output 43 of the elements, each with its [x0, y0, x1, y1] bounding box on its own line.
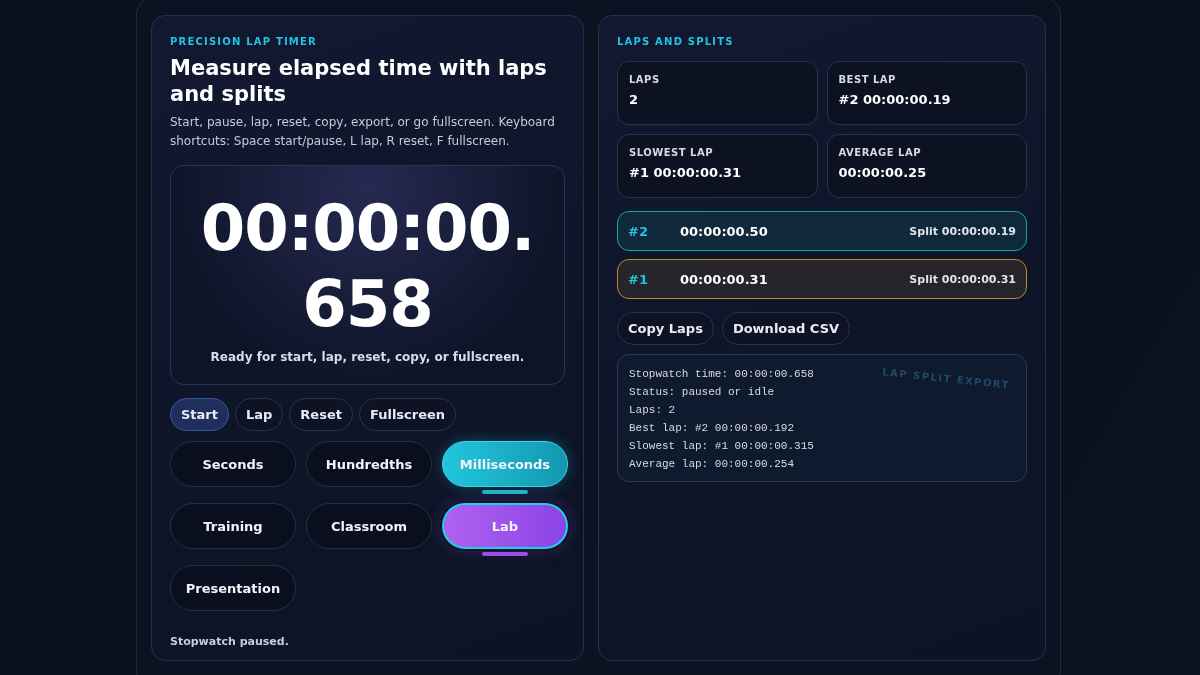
preset-button[interactable]: Lab — [442, 503, 568, 549]
export-line: Best lap: #2 00:00:00.192 — [629, 421, 795, 436]
preset-button[interactable]: Classroom — [306, 503, 432, 549]
lap-time: 00:00:00.31 — [680, 271, 769, 287]
export-button[interactable]: Download CSV — [721, 312, 851, 345]
description-text: Start, pause, lap, reset, copy, export, or go fullscreen. Keyboard shortcuts: Space start/pause, L lap, R reset, F fullscreen. — [170, 114, 556, 150]
export-line: Stopwatch time: 00:00:00.658 — [629, 367, 814, 382]
lap-split: Split 00:00:00.31 — [909, 272, 1016, 286]
export-line: Average lap: 00:00:00.254 — [629, 457, 795, 472]
stat-label: AVERAGE LAP — [838, 147, 923, 158]
section-eyebrow: PRECISION LAP TIMER — [170, 36, 318, 47]
lap-number: #2 — [628, 223, 649, 239]
stat-value: 00:00:00.25 — [838, 165, 928, 180]
action-button[interactable]: Fullscreen — [358, 398, 457, 431]
stat-label: LAPS — [629, 74, 661, 85]
export-line: Laps: 2 — [629, 403, 676, 418]
lap-time: 00:00:00.50 — [680, 223, 769, 239]
section-eyebrow: LAPS AND SPLITS — [617, 36, 735, 47]
time-readout: 00:00:00. — [200, 190, 535, 266]
action-button[interactable]: Reset — [289, 398, 353, 431]
lap-number: #1 — [628, 271, 649, 287]
stat-label: BEST LAP — [838, 74, 897, 85]
stat-value: #1 00:00:00.31 — [629, 165, 743, 180]
action-button[interactable]: Lap — [235, 398, 284, 431]
action-button[interactable]: Start — [170, 398, 229, 431]
selection-indicator — [482, 552, 528, 556]
export-line: Slowest lap: #1 00:00:00.315 — [629, 439, 814, 454]
preset-button[interactable]: Presentation — [170, 565, 296, 611]
precision-button[interactable]: Seconds — [170, 441, 296, 487]
stat-value: 2 — [629, 92, 640, 107]
export-button[interactable]: Copy Laps — [617, 312, 714, 345]
export-watermark: LAP SPLIT EXPORT — [881, 366, 1011, 391]
display-hint: Ready for start, lap, reset, copy, or fullscreen. — [210, 350, 525, 364]
status-text: Stopwatch paused. — [170, 635, 290, 648]
time-fraction: 658 — [302, 266, 433, 342]
stat-label: SLOWEST LAP — [629, 147, 715, 158]
selection-indicator — [482, 490, 528, 494]
export-line: Status: paused or idle — [629, 385, 775, 400]
stat-value: #2 00:00:00.19 — [838, 92, 952, 107]
lap-split: Split 00:00:00.19 — [909, 224, 1016, 238]
preset-button[interactable]: Training — [170, 503, 296, 549]
page-title: Measure elapsed time with laps and splits — [170, 55, 548, 107]
precision-button[interactable]: Hundredths — [306, 441, 432, 487]
